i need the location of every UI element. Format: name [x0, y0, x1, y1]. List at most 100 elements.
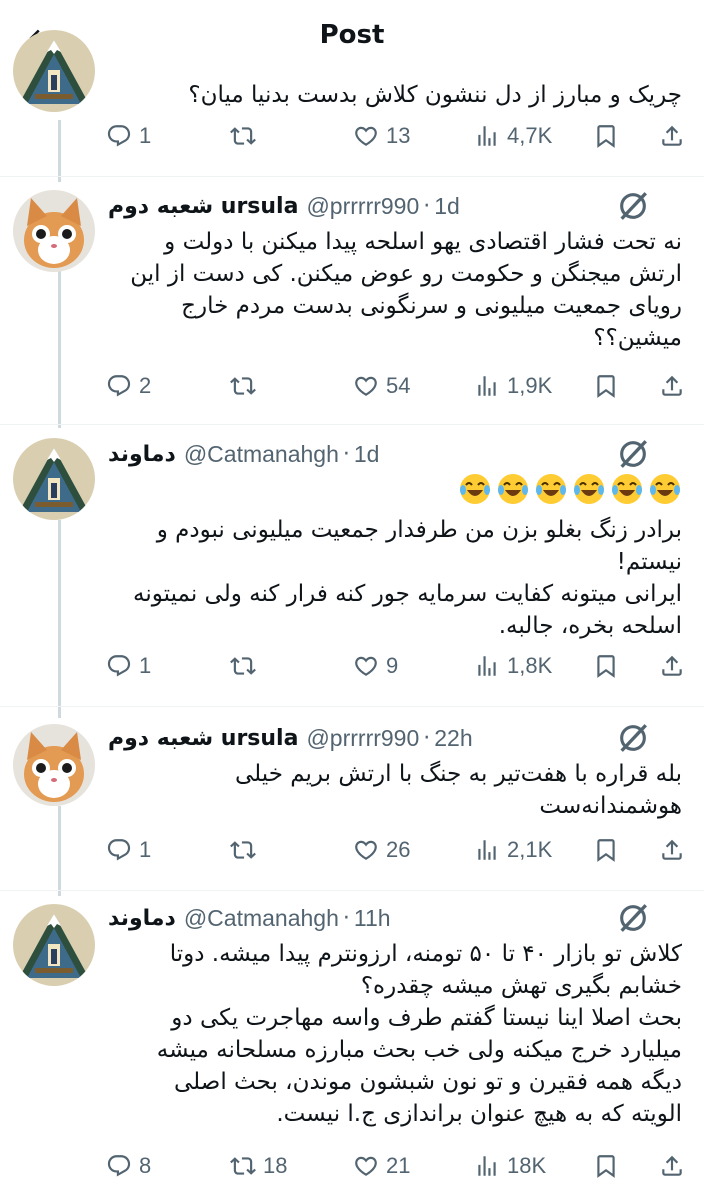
separator-dot: ·	[423, 725, 431, 751]
views-button[interactable]: 18K	[474, 1146, 546, 1186]
views-bar-chart-icon	[478, 656, 496, 676]
tweet-actions: 8 18 21 18K	[100, 1146, 700, 1186]
tweet-actions: 1 13 4,7K	[100, 116, 700, 156]
avatar[interactable]	[13, 724, 95, 806]
share-button[interactable]	[659, 1146, 685, 1186]
avatar[interactable]	[13, 904, 95, 986]
views-button[interactable]: 2,1K	[474, 830, 552, 870]
views-bar-chart-icon	[478, 126, 496, 146]
views-count: 18K	[507, 1153, 547, 1178]
grok-icon[interactable]	[616, 901, 650, 935]
like-button[interactable]: 9	[353, 646, 398, 686]
tweet-text: برادر زنگ بغلو بزن من طرفدار جمعیت میلیو…	[133, 517, 682, 639]
thread-connector-line	[58, 270, 61, 428]
tweet-header: شعبه دوم ursula @prrrrr990 · 22h	[108, 722, 473, 754]
separator-dot: ·	[423, 193, 431, 219]
share-icon	[662, 375, 682, 396]
user-handle[interactable]: @Catmanahgh	[184, 905, 339, 932]
like-button[interactable]: 26	[353, 830, 410, 870]
views-bar-chart-icon	[478, 376, 496, 396]
divider	[0, 424, 704, 425]
share-button[interactable]	[659, 646, 685, 686]
bookmark-icon	[597, 1155, 615, 1178]
repost-button[interactable]	[230, 646, 263, 686]
thread-connector-line	[58, 120, 61, 182]
bookmark-icon	[597, 375, 615, 398]
avatar[interactable]	[13, 190, 95, 272]
tweet-header: دماوند @Catmanahgh · 1d	[108, 438, 379, 470]
avatar[interactable]	[13, 438, 95, 520]
heart-icon	[355, 840, 377, 860]
timestamp[interactable]: 22h	[434, 725, 472, 752]
grok-icon[interactable]	[616, 437, 650, 471]
repost-icon	[230, 127, 256, 145]
like-count: 26	[386, 837, 411, 862]
display-name[interactable]: دماوند	[108, 442, 176, 467]
divider	[0, 706, 704, 707]
tears-of-joy-emoji-icon	[460, 474, 490, 504]
grok-icon[interactable]	[616, 189, 650, 223]
like-button[interactable]: 13	[353, 116, 410, 156]
user-handle[interactable]: @prrrrr990	[306, 193, 419, 220]
like-count: 9	[386, 653, 399, 678]
grok-icon[interactable]	[616, 721, 650, 755]
bookmark-button[interactable]	[593, 830, 619, 870]
tears-of-joy-emoji-icon	[498, 474, 528, 504]
divider	[0, 176, 704, 177]
like-button[interactable]: 21	[353, 1146, 410, 1186]
reply-button[interactable]: 1	[106, 116, 151, 156]
views-bar-chart-icon	[478, 1156, 496, 1176]
views-button[interactable]: 4,7K	[474, 116, 552, 156]
share-button[interactable]	[659, 116, 685, 156]
repost-button[interactable]	[230, 830, 263, 870]
avatar[interactable]	[13, 30, 95, 112]
reply-button[interactable]: 8	[106, 1146, 151, 1186]
separator-dot: ·	[342, 905, 350, 931]
reply-button[interactable]: 1	[106, 830, 151, 870]
bookmark-button[interactable]	[593, 646, 619, 686]
bookmark-button[interactable]	[593, 116, 619, 156]
page-title: Post	[319, 20, 385, 50]
thread-connector-line	[58, 520, 61, 718]
display-name[interactable]: شعبه دوم ursula	[108, 194, 298, 219]
views-count: 2,1K	[507, 837, 553, 862]
bookmark-button[interactable]	[593, 366, 619, 406]
display-name[interactable]: دماوند	[108, 906, 176, 931]
like-button[interactable]: 54	[353, 366, 410, 406]
share-button[interactable]	[659, 366, 685, 406]
tweet-text: نه تحت فشار اقتصادی یهو اسلحه پیدا میکنن…	[130, 229, 682, 351]
reply-count: 1	[139, 653, 152, 678]
timestamp[interactable]: 1d	[434, 193, 460, 220]
repost-icon	[230, 377, 256, 395]
user-handle[interactable]: @Catmanahgh	[184, 441, 339, 468]
reply-icon	[107, 375, 131, 397]
bookmark-icon	[597, 125, 615, 148]
reply-count: 1	[139, 123, 152, 148]
top-bar: Post	[0, 0, 704, 72]
heart-icon	[355, 656, 377, 676]
bookmark-icon	[597, 655, 615, 678]
reply-button[interactable]: 1	[106, 646, 151, 686]
tears-of-joy-emoji-icon	[574, 474, 604, 504]
repost-button[interactable]	[230, 366, 263, 406]
views-button[interactable]: 1,8K	[474, 646, 552, 686]
share-button[interactable]	[659, 830, 685, 870]
like-count: 13	[386, 123, 411, 148]
views-count: 1,8K	[507, 653, 553, 678]
tears-of-joy-emoji-icon	[612, 474, 642, 504]
tears-of-joy-emoji-icon	[650, 474, 680, 504]
views-button[interactable]: 1,9K	[474, 366, 552, 406]
tweet-actions: 1 26 2,1K	[100, 830, 700, 870]
repost-icon	[230, 841, 256, 859]
reply-icon	[107, 655, 131, 677]
reply-button[interactable]: 2	[106, 366, 151, 406]
share-icon	[662, 1155, 682, 1176]
timestamp[interactable]: 11h	[354, 905, 391, 932]
user-handle[interactable]: @prrrrr990	[306, 725, 419, 752]
heart-icon	[355, 1156, 377, 1176]
bookmark-button[interactable]	[593, 1146, 619, 1186]
timestamp[interactable]: 1d	[354, 441, 380, 468]
display-name[interactable]: شعبه دوم ursula	[108, 726, 298, 751]
repost-button[interactable]: 18	[230, 1146, 287, 1186]
repost-button[interactable]	[230, 116, 263, 156]
